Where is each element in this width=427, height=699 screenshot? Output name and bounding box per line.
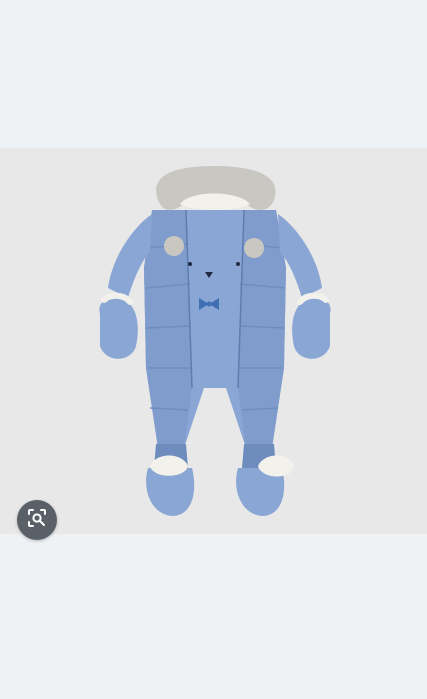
snowsuit-legs bbox=[146, 444, 294, 516]
product-image[interactable] bbox=[0, 148, 427, 534]
image-search-button[interactable] bbox=[17, 500, 57, 540]
snowsuit-body bbox=[144, 209, 286, 448]
top-blank-band bbox=[0, 0, 427, 148]
bottom-blank-band bbox=[0, 534, 427, 699]
hood-fur bbox=[156, 166, 276, 210]
image-search-icon bbox=[26, 507, 48, 534]
